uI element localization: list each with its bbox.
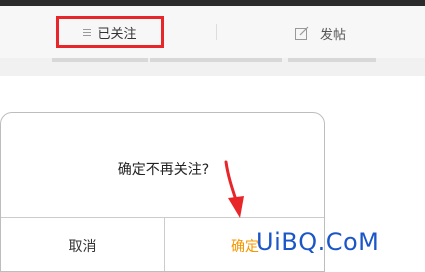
post-button[interactable]: 发帖 (294, 20, 374, 46)
post-label: 发帖 (320, 27, 347, 43)
toolbar-divider (216, 24, 217, 40)
tab-underline (52, 58, 148, 62)
followed-button[interactable]: 已关注 (56, 16, 164, 48)
dialog-message: 确定不再关注? (117, 162, 210, 178)
tab-underline (288, 58, 376, 62)
followed-label: 已关注 (97, 26, 137, 42)
cancel-button[interactable]: 取消 (1, 218, 164, 271)
edit-icon (295, 26, 309, 40)
menu-icon (83, 28, 92, 36)
toolbar: 已关注 发帖 (0, 6, 425, 76)
tab-underline (150, 58, 282, 62)
watermark-text: UiBQ.CoM (256, 228, 380, 256)
red-arrow-annotation (224, 160, 244, 218)
